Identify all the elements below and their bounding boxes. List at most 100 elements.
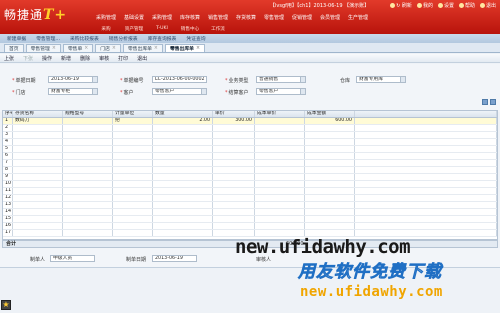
main-nav-item[interactable]: 基础设置: [120, 14, 148, 21]
shortcut-item[interactable]: 凭证查询: [183, 35, 208, 42]
table-cell[interactable]: [113, 216, 153, 222]
main-nav-item[interactable]: 生产管理: [344, 14, 372, 21]
main-nav-item[interactable]: 采购管理: [148, 14, 176, 21]
lookup-icon[interactable]: [400, 77, 405, 82]
export-icon[interactable]: [490, 99, 496, 105]
table-cell[interactable]: [63, 132, 113, 138]
main-nav-item[interactable]: 存货核算: [232, 14, 260, 21]
table-cell[interactable]: [355, 202, 497, 208]
table-cell[interactable]: [255, 195, 305, 201]
sub-nav-item[interactable]: 资产管理: [120, 26, 148, 32]
main-nav-item[interactable]: 库存核算: [176, 14, 204, 21]
col-header[interactable]: 规格型号: [63, 111, 113, 117]
table-cell[interactable]: [113, 181, 153, 187]
tab-retail-order[interactable]: 零售单 ×: [62, 44, 94, 52]
table-cell[interactable]: [213, 153, 255, 159]
table-cell[interactable]: [63, 153, 113, 159]
table-cell[interactable]: [113, 139, 153, 145]
maker-field[interactable]: 中级人员: [50, 255, 95, 262]
shortcut-item[interactable]: 库存查询报表: [145, 35, 180, 42]
table-row[interactable]: 16: [3, 223, 497, 230]
table-cell[interactable]: 600.00: [305, 118, 355, 124]
lookup-icon[interactable]: [92, 89, 97, 94]
table-cell[interactable]: [255, 118, 305, 124]
table-cell[interactable]: [355, 160, 497, 166]
table-cell[interactable]: 数码刀: [13, 118, 63, 124]
table-cell[interactable]: [113, 202, 153, 208]
table-cell[interactable]: [305, 223, 355, 229]
table-cell[interactable]: 300.00: [213, 118, 255, 124]
table-cell[interactable]: [213, 216, 255, 222]
table-cell[interactable]: [63, 167, 113, 173]
prev-button[interactable]: 上张: [4, 55, 14, 62]
help-link[interactable]: 帮助: [458, 2, 475, 9]
table-row[interactable]: 15: [3, 216, 497, 223]
audit-button[interactable]: 审核: [99, 55, 109, 62]
table-cell[interactable]: [355, 153, 497, 159]
table-cell[interactable]: [355, 209, 497, 215]
table-cell[interactable]: [13, 132, 63, 138]
table-cell[interactable]: [113, 195, 153, 201]
lookup-icon[interactable]: [300, 89, 305, 94]
table-cell[interactable]: [13, 139, 63, 145]
table-cell[interactable]: [63, 223, 113, 229]
table-cell[interactable]: [13, 125, 63, 131]
mine-link[interactable]: 我的: [416, 2, 433, 9]
table-cell[interactable]: [305, 195, 355, 201]
table-cell[interactable]: [305, 209, 355, 215]
col-header[interactable]: 存货名称: [13, 111, 63, 117]
table-cell[interactable]: [255, 153, 305, 159]
table-cell[interactable]: [153, 223, 213, 229]
table-cell[interactable]: [153, 146, 213, 152]
col-header[interactable]: 成本金额: [305, 111, 355, 117]
table-cell[interactable]: [113, 125, 153, 131]
table-cell[interactable]: [13, 181, 63, 187]
table-cell[interactable]: [213, 181, 255, 187]
calendar-icon[interactable]: [92, 77, 97, 82]
table-cell[interactable]: [305, 146, 355, 152]
table-cell[interactable]: [63, 139, 113, 145]
sub-nav-item[interactable]: 工作流: [204, 26, 232, 32]
table-cell[interactable]: [153, 209, 213, 215]
table-cell[interactable]: [153, 167, 213, 173]
table-cell[interactable]: [153, 174, 213, 180]
table-cell[interactable]: [213, 139, 255, 145]
table-cell[interactable]: [63, 209, 113, 215]
close-icon[interactable]: ×: [196, 46, 200, 51]
table-cell[interactable]: [13, 195, 63, 201]
table-row[interactable]: 10: [3, 181, 497, 188]
table-row[interactable]: 14: [3, 209, 497, 216]
shortcut-item[interactable]: 新建单据: [4, 35, 29, 42]
table-row[interactable]: 4: [3, 139, 497, 146]
table-row[interactable]: 5: [3, 146, 497, 153]
table-cell[interactable]: [355, 132, 497, 138]
table-row[interactable]: 6: [3, 153, 497, 160]
table-cell[interactable]: [13, 188, 63, 194]
table-cell[interactable]: [63, 160, 113, 166]
col-header[interactable]: 成本单价: [255, 111, 305, 117]
delete-button[interactable]: 删除: [80, 55, 90, 62]
table-cell[interactable]: [13, 160, 63, 166]
table-cell[interactable]: [153, 139, 213, 145]
sub-nav-item[interactable]: 采购: [92, 26, 120, 32]
table-cell[interactable]: [255, 216, 305, 222]
table-cell[interactable]: [355, 195, 497, 201]
shortcut-item[interactable]: 销售分析报表: [106, 35, 141, 42]
table-cell[interactable]: [255, 209, 305, 215]
close-icon[interactable]: ×: [112, 46, 116, 51]
table-cell[interactable]: [213, 195, 255, 201]
table-cell[interactable]: [305, 216, 355, 222]
table-cell[interactable]: [355, 174, 497, 180]
table-cell[interactable]: [13, 223, 63, 229]
tab-retail-outbound[interactable]: 零售出库单 ×: [122, 44, 163, 52]
close-icon[interactable]: ×: [154, 46, 158, 51]
table-cell[interactable]: [153, 181, 213, 187]
table-cell[interactable]: [113, 230, 153, 236]
table-cell[interactable]: [153, 160, 213, 166]
table-cell[interactable]: [153, 153, 213, 159]
store-field[interactable]: 财富专柜: [48, 88, 98, 95]
table-cell[interactable]: [255, 132, 305, 138]
table-cell[interactable]: [213, 223, 255, 229]
new-button[interactable]: 新增: [61, 55, 71, 62]
tab-store[interactable]: 门店 ×: [95, 44, 121, 52]
